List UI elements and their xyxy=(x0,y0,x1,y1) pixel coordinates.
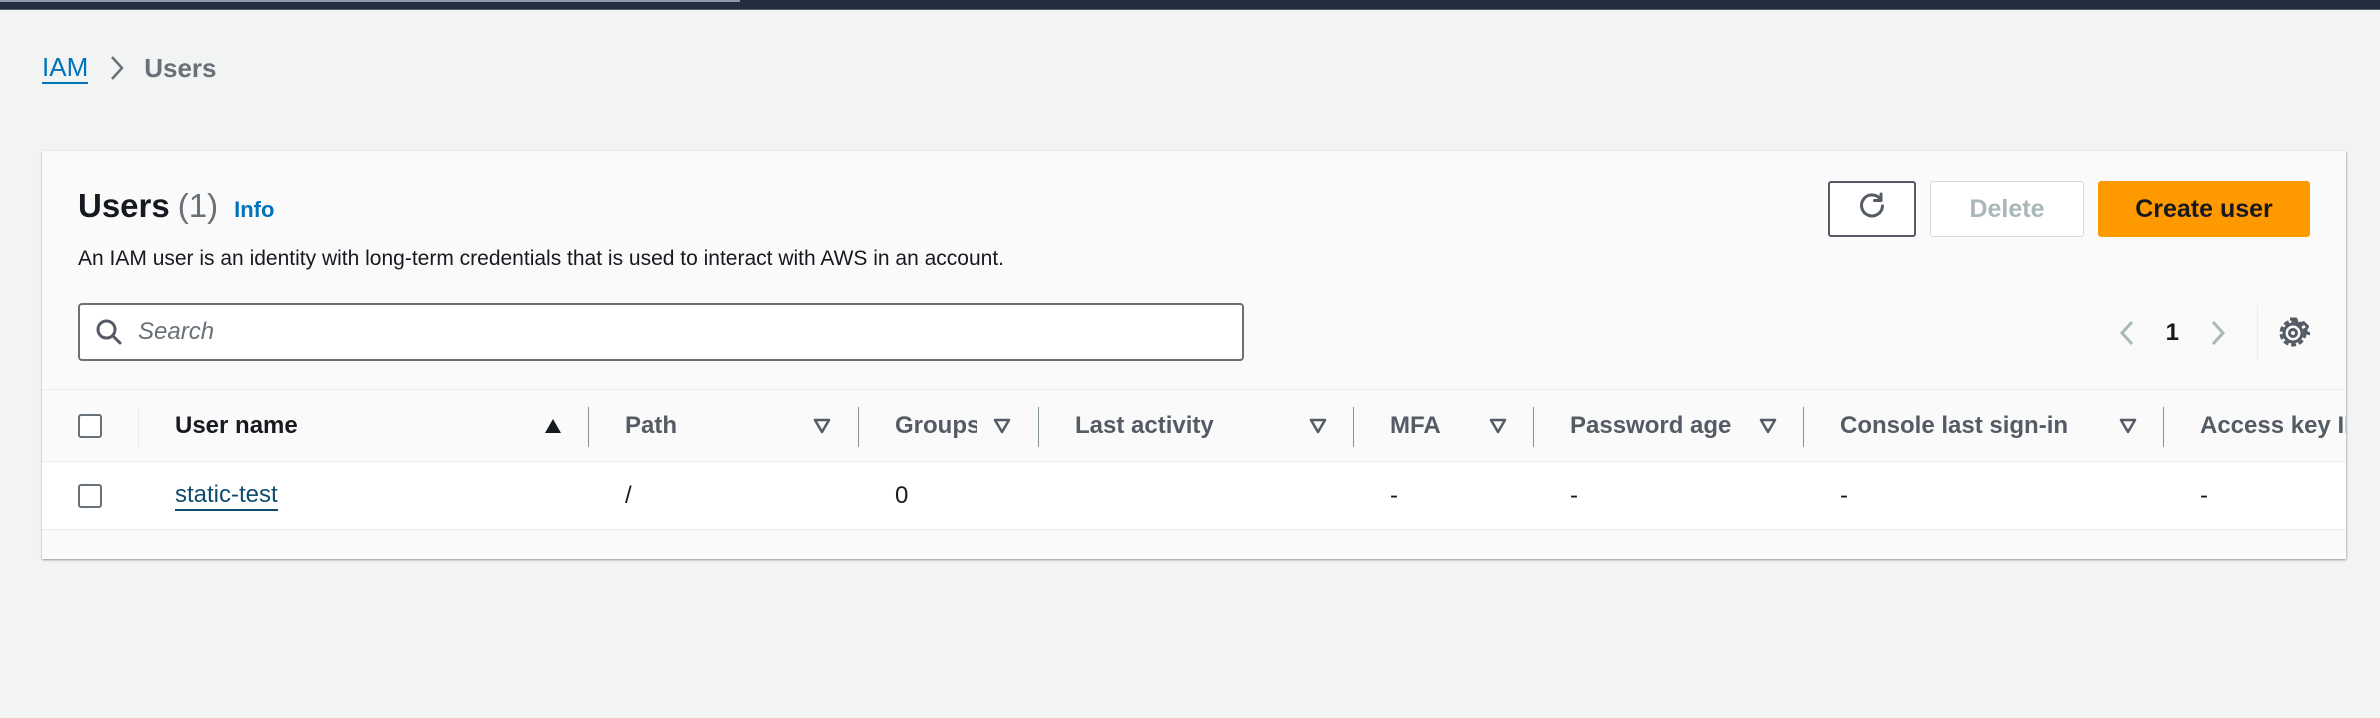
cell-password-age: - xyxy=(1570,481,1578,509)
cell-groups: 0 xyxy=(895,481,909,509)
panel-header: Users (1) Info xyxy=(78,187,274,225)
row-select-cell xyxy=(78,462,102,529)
column-header-console-last-sign-in[interactable]: Console last sign-in xyxy=(1840,390,2068,461)
cell-mfa: - xyxy=(1390,481,1398,509)
panel-description: An IAM user is an identity with long-ter… xyxy=(78,247,1004,270)
column-divider[interactable] xyxy=(2163,407,2164,447)
breadcrumb-current: Users xyxy=(144,52,217,83)
cell-access-key-id: - xyxy=(2200,481,2208,509)
pagination: 1 xyxy=(2112,305,2312,361)
sort-filter-icon[interactable] xyxy=(993,390,1011,461)
loading-progress-bar xyxy=(0,0,740,2)
column-header-mfa[interactable]: MFA xyxy=(1390,390,1441,461)
header-actions: Delete Create user xyxy=(1828,181,2310,237)
column-divider[interactable] xyxy=(1803,407,1804,447)
current-page[interactable]: 1 xyxy=(2166,319,2179,347)
users-panel: Users (1) Info An IAM user is an identit… xyxy=(42,151,2346,559)
column-divider[interactable] xyxy=(858,407,859,447)
column-header-path[interactable]: Path xyxy=(625,390,677,461)
breadcrumb: IAM Users xyxy=(42,52,217,84)
top-navigation-bar xyxy=(0,0,2380,10)
topbar-divider xyxy=(0,9,2380,10)
refresh-button[interactable] xyxy=(1828,181,1916,237)
user-name-link[interactable]: static-test xyxy=(175,481,278,511)
column-header-user-name[interactable]: User name xyxy=(175,390,298,461)
cell-path: / xyxy=(625,481,632,509)
sort-ascending-icon[interactable] xyxy=(544,390,562,461)
column-header-groups[interactable]: Groups xyxy=(895,390,977,461)
column-divider[interactable] xyxy=(1038,407,1039,447)
column-header-last-activity[interactable]: Last activity xyxy=(1075,390,1214,461)
column-divider[interactable] xyxy=(1533,407,1534,447)
column-divider[interactable] xyxy=(1353,407,1354,447)
pagination-divider xyxy=(2257,305,2258,361)
select-all-checkbox[interactable] xyxy=(78,413,102,438)
sort-filter-icon[interactable] xyxy=(1759,390,1777,461)
sort-filter-icon[interactable] xyxy=(813,390,831,461)
search-field[interactable] xyxy=(78,303,1244,361)
previous-page-button[interactable] xyxy=(2112,318,2142,348)
row-checkbox[interactable] xyxy=(78,483,102,508)
refresh-icon xyxy=(1857,191,1887,228)
page-title: Users xyxy=(78,187,170,224)
column-divider xyxy=(138,407,139,447)
select-all-cell xyxy=(78,390,102,461)
breadcrumb-iam-link[interactable]: IAM xyxy=(42,52,89,84)
sort-filter-icon[interactable] xyxy=(1489,390,1507,461)
table-footer xyxy=(42,530,2346,557)
column-header-password-age[interactable]: Password age xyxy=(1570,390,1731,461)
table-header: User name Path Groups Last activity MFA xyxy=(42,389,2346,462)
column-header-access-key-id[interactable]: Access key ID xyxy=(2200,390,2346,461)
create-user-button[interactable]: Create user xyxy=(2098,181,2310,237)
info-link[interactable]: Info xyxy=(234,197,274,223)
cell-user-name: static-test xyxy=(175,462,278,529)
gear-icon[interactable] xyxy=(2276,316,2312,350)
search-input[interactable] xyxy=(138,318,1218,346)
sort-filter-icon[interactable] xyxy=(2119,390,2137,461)
next-page-button[interactable] xyxy=(2203,318,2233,348)
table-row: static-test / 0 - - - - xyxy=(42,462,2346,530)
users-table: User name Path Groups Last activity MFA xyxy=(42,389,2346,557)
search-icon xyxy=(94,317,124,347)
cell-console-last-sign-in: - xyxy=(1840,481,1848,509)
chevron-right-icon xyxy=(106,53,128,83)
column-divider[interactable] xyxy=(588,407,589,447)
delete-button[interactable]: Delete xyxy=(1930,181,2084,237)
users-count: (1) xyxy=(177,187,219,224)
sort-filter-icon[interactable] xyxy=(1309,390,1327,461)
